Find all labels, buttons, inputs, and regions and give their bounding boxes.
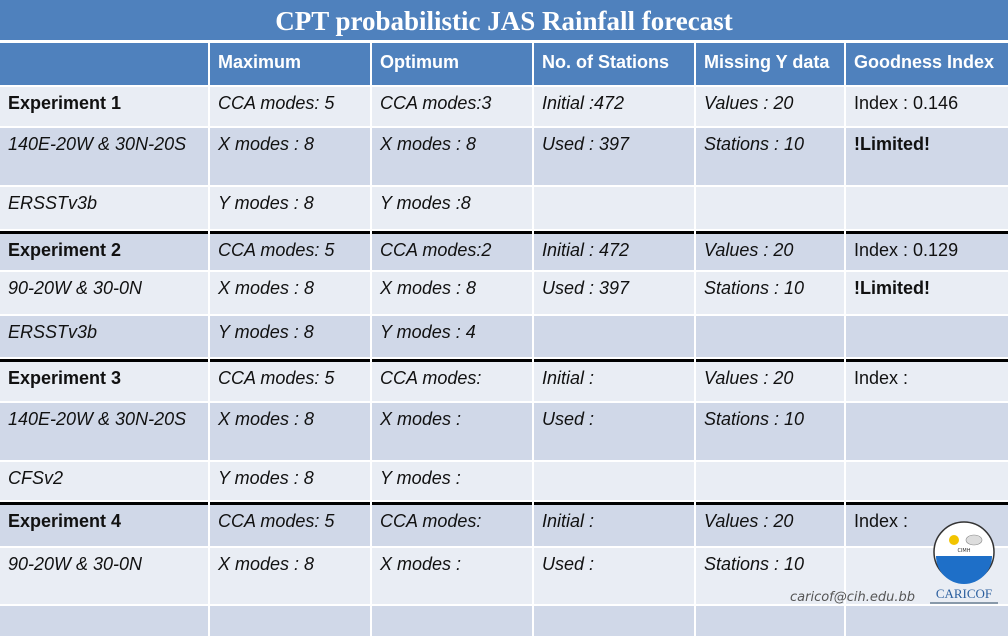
table-cell: X modes : [372,403,532,460]
table-cell [696,462,844,500]
table-row: 140E-20W & 30N-20S X modes : 8X modes : 8… [0,128,1008,185]
table-cell: Initial : [534,502,694,546]
row-label-cell: Experiment 4 [0,502,208,546]
table-cell: !Limited! [846,272,1008,314]
table-cell: CCA modes: 5 [210,502,370,546]
table-cell [372,606,532,636]
table-cell: Values : 20 [696,502,844,546]
table-cell: Index : 0.146 [846,87,1008,126]
table-cell: X modes : 8 [210,403,370,460]
row-label-cell [0,606,208,636]
table-cell: Y modes : 8 [210,462,370,500]
table-cell: Used : [534,548,694,604]
table-cell: Y modes :8 [372,187,532,229]
header-cell [0,43,208,85]
table-row: ERSSTv3b Y modes : 8Y modes :8 [0,187,1008,229]
table-cell: !Limited! [846,128,1008,185]
table-row: Experiment 1 CCA modes: 5 CCA modes:3 Initi… [0,87,1008,126]
table-row [0,606,1008,636]
table-cell: Used : 397 [534,272,694,314]
table-row: ERSSTv3b Y modes : 8Y modes : 4 [0,316,1008,357]
table-cell: Stations : 10 [696,403,844,460]
header-cell-goodness: Goodness Index [846,43,1008,85]
table-cell: Initial : 472 [534,231,694,270]
table-cell [696,606,844,636]
table-cell: Y modes : 4 [372,316,532,357]
table-cell [846,403,1008,460]
table-row: 90-20W & 30-0N X modes : 8X modes : 8 Used… [0,272,1008,314]
table-cell: Used : [534,403,694,460]
slide-title: CPT probabilistic JAS Rainfall forecast [0,0,1008,40]
table-cell [696,187,844,229]
table-cell: CCA modes: 5 [210,359,370,401]
table-cell: X modes : 8 [210,548,370,604]
table-cell: CCA modes: [372,359,532,401]
table-cell [534,316,694,357]
table-cell: CCA modes: 5 [210,87,370,126]
table-cell: Y modes : 8 [210,316,370,357]
table-cell: Values : 20 [696,359,844,401]
caricof-logo: CIMH CARICOF [930,521,998,604]
table-row: CFSv2 Y modes : 8Y modes : [0,462,1008,500]
table-header-row: Maximum Optimum No. of Stations Missing … [0,43,1008,85]
table-cell: Values : 20 [696,87,844,126]
row-label-cell: Experiment 3 [0,359,208,401]
table-cell: X modes : 8 [372,272,532,314]
table-cell [210,606,370,636]
table-cell [534,462,694,500]
row-label-cell: ERSSTv3b [0,316,208,357]
table-cell [846,187,1008,229]
logo-text: CARICOF [936,586,992,601]
table-cell: X modes : 8 [372,128,532,185]
table-cell: X modes : 8 [210,272,370,314]
cloud-icon [965,534,983,546]
table-cell: Y modes : 8 [210,187,370,229]
table-row: 140E-20W & 30N-20S X modes : 8X modes : Us… [0,403,1008,460]
table-cell: Stations : 10 [696,128,844,185]
table-cell: CCA modes: [372,502,532,546]
table-cell: Initial :472 [534,87,694,126]
header-cell-maximum: Maximum [210,43,370,85]
table-row: Experiment 2 CCA modes: 5 CCA modes:2 Initi… [0,231,1008,270]
row-label-cell: 140E-20W & 30N-20S [0,128,208,185]
table-cell: Stations : 10 [696,272,844,314]
row-label-cell: CFSv2 [0,462,208,500]
row-label-cell: Experiment 1 [0,87,208,126]
table-cell [846,606,1008,636]
table-cell: Initial : [534,359,694,401]
table-cell: CCA modes:2 [372,231,532,270]
table-cell: CCA modes: 5 [210,231,370,270]
header-cell-stations: No. of Stations [534,43,694,85]
logo-ring-text: CIMH [957,548,970,554]
row-label-cell: 140E-20W & 30N-20S [0,403,208,460]
row-label-cell: Experiment 2 [0,231,208,270]
table-row: Experiment 3 CCA modes: 5 CCA modes: Initia… [0,359,1008,401]
table-cell: Values : 20 [696,231,844,270]
forecast-table: Maximum Optimum No. of Stations Missing … [0,41,1008,638]
header-cell-optimum: Optimum [372,43,532,85]
table-cell: Index : [846,359,1008,401]
table-cell: X modes : 8 [210,128,370,185]
table-row: Experiment 4 CCA modes: 5 CCA modes: Initia… [0,502,1008,546]
table-cell: CCA modes:3 [372,87,532,126]
water-icon [936,556,992,584]
table-cell: X modes : [372,548,532,604]
table-cell [534,187,694,229]
contact-email: caricof@cih.edu.bb [790,590,916,605]
row-label-cell: 90-20W & 30-0N [0,272,208,314]
table-cell [696,316,844,357]
table-cell [846,462,1008,500]
logo-tagline [930,602,998,604]
table-cell: Used : 397 [534,128,694,185]
table-cell: Y modes : [372,462,532,500]
table-cell: Index : 0.129 [846,231,1008,270]
row-label-cell: 90-20W & 30-0N [0,548,208,604]
sun-icon [949,535,959,545]
table-cell [846,316,1008,357]
header-cell-missing: Missing Y data [696,43,844,85]
table-cell [534,606,694,636]
row-label-cell: ERSSTv3b [0,187,208,229]
